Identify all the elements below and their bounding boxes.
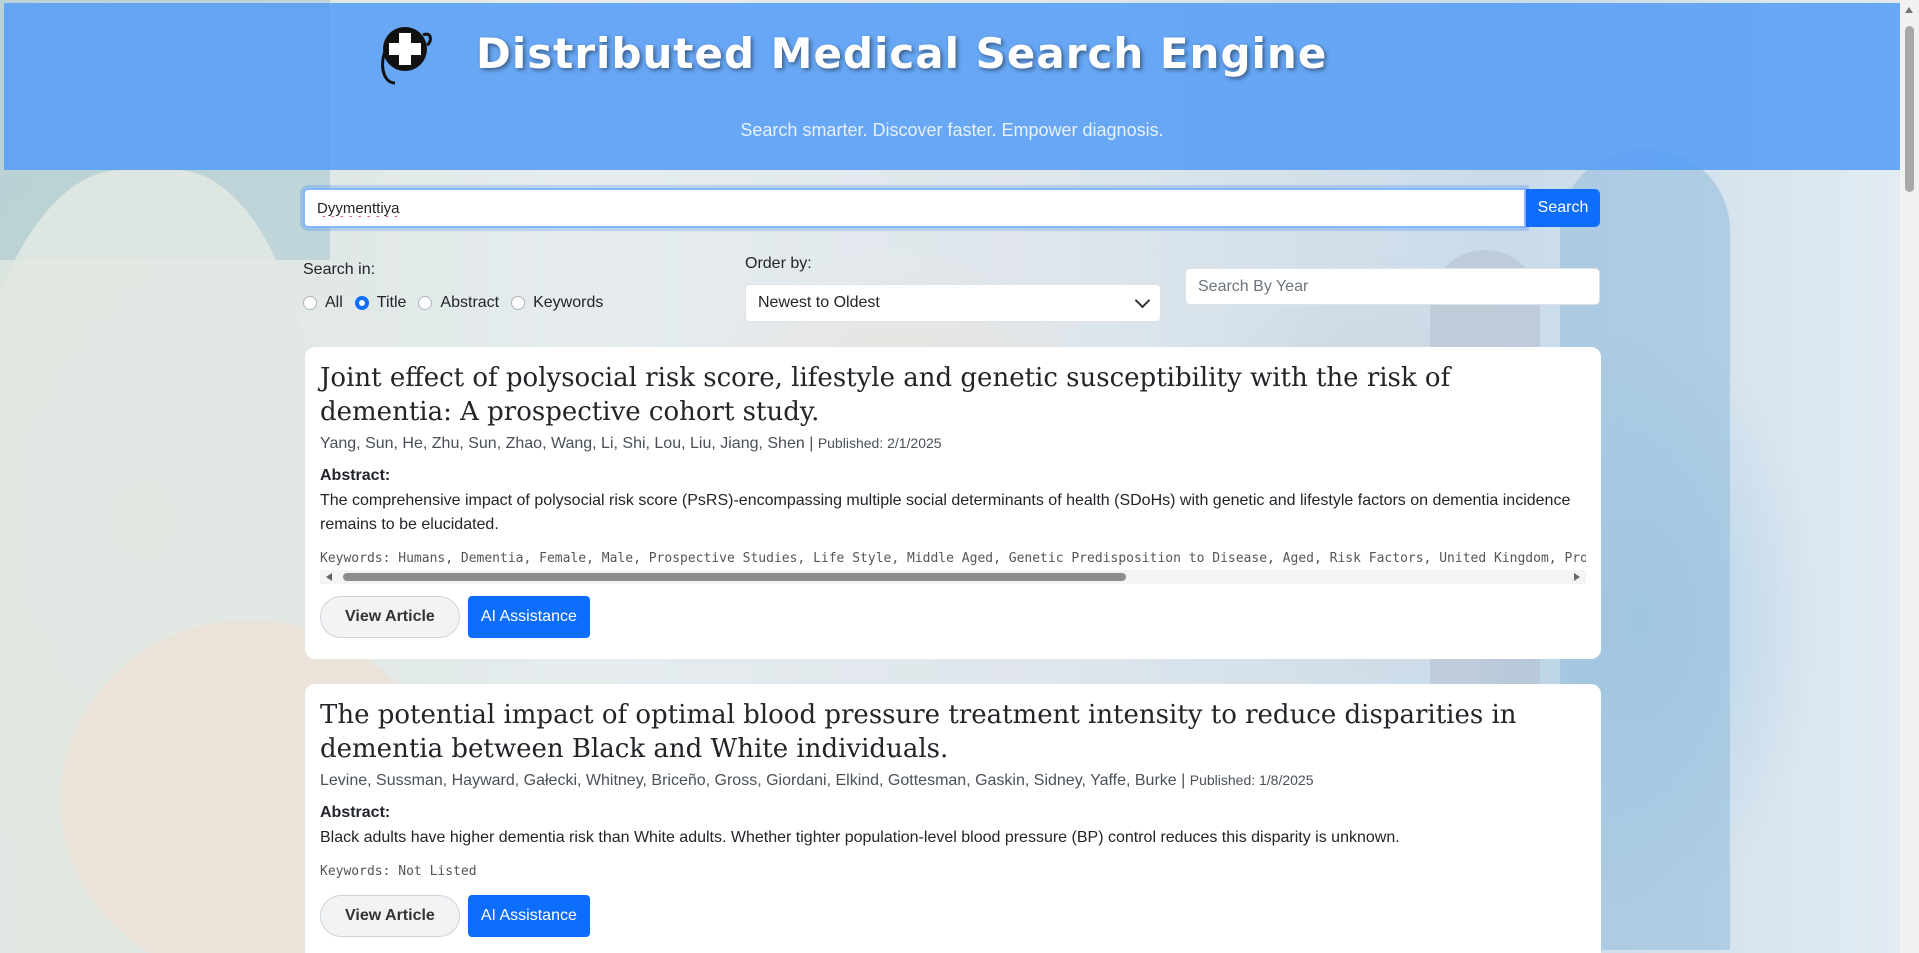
ai-assistance-button[interactable]: AI Assistance xyxy=(467,895,590,937)
article-meta: Levine, Sussman, Hayward, Gałecki, Whitn… xyxy=(320,772,1586,790)
radio-all-label: All xyxy=(325,294,343,311)
order-by-label: Order by: xyxy=(745,255,812,272)
article-abstract: The comprehensive impact of polysocial r… xyxy=(320,492,1571,533)
result-card: The potential impact of optimal blood pr… xyxy=(305,684,1601,953)
radio-title-label: Title xyxy=(376,294,407,311)
scroll-right-icon[interactable] xyxy=(1574,573,1580,581)
radio-abstract[interactable]: Abstract xyxy=(418,294,499,312)
result-card: Joint effect of polysocial risk score, l… xyxy=(305,347,1601,659)
article-abstract: Black adults have higher dementia risk t… xyxy=(320,829,1400,846)
chevron-down-icon xyxy=(1134,292,1151,309)
radio-abstract-label: Abstract xyxy=(440,294,500,311)
card-actions: View Article AI Assistance xyxy=(320,596,1586,638)
article-authors: Yang, Sun, He, Zhu, Sun, Zhao, Wang, Li,… xyxy=(320,435,805,452)
scrollbar-thumb[interactable] xyxy=(343,573,1126,581)
abstract-label: Abstract: xyxy=(320,804,391,821)
article-title: The potential impact of optimal blood pr… xyxy=(320,700,1517,764)
card-actions: View Article AI Assistance xyxy=(320,895,1586,937)
search-button[interactable]: Search xyxy=(1526,189,1600,227)
radio-abstract-circle[interactable] xyxy=(418,296,433,310)
year-search-input[interactable] xyxy=(1185,268,1600,305)
radio-all[interactable]: All xyxy=(303,294,343,312)
view-article-button[interactable]: View Article xyxy=(320,596,460,638)
scroll-up-icon[interactable] xyxy=(1905,7,1913,13)
article-title: Joint effect of polysocial risk score, l… xyxy=(320,363,1451,427)
radio-title[interactable]: Title xyxy=(354,294,407,312)
meta-separator: | xyxy=(1181,772,1190,789)
article-authors: Levine, Sussman, Hayward, Gałecki, Whitn… xyxy=(320,772,1177,789)
radio-keywords-circle[interactable] xyxy=(511,296,526,310)
order-by-value: Newest to Oldest xyxy=(758,294,880,311)
page-scrollbar-thumb[interactable] xyxy=(1905,26,1914,192)
scroll-left-icon[interactable] xyxy=(326,573,332,581)
ai-assistance-button[interactable]: AI Assistance xyxy=(467,596,590,638)
radio-keywords-label: Keywords xyxy=(533,294,604,311)
radio-keywords[interactable]: Keywords xyxy=(511,294,603,312)
site-header: Distributed Medical Search Engine Search… xyxy=(4,3,1900,170)
keywords-scrollbar[interactable] xyxy=(320,570,1586,584)
search-in-radio-group: All Title Abstract Keywords xyxy=(303,293,615,313)
abstract-label: Abstract: xyxy=(320,467,391,484)
order-by-select[interactable]: Newest to Oldest xyxy=(745,284,1161,322)
view-article-button[interactable]: View Article xyxy=(320,895,460,937)
search-input[interactable] xyxy=(303,188,1526,228)
article-published: Published: 2/1/2025 xyxy=(817,435,942,451)
site-tagline: Search smarter. Discover faster. Empower… xyxy=(740,120,1164,140)
search-in-label: Search in: xyxy=(303,261,376,278)
article-keywords: Keywords: Humans, Dementia, Female, Male… xyxy=(320,551,1586,566)
page-scrollbar[interactable] xyxy=(1900,0,1919,953)
search-bar: Search xyxy=(303,188,1600,228)
article-published: Published: 1/8/2025 xyxy=(1189,772,1314,788)
radio-title-circle[interactable] xyxy=(354,296,369,310)
article-meta: Yang, Sun, He, Zhu, Sun, Zhao, Wang, Li,… xyxy=(320,435,1586,453)
radio-all-circle[interactable] xyxy=(303,296,317,310)
medical-cross-stethoscope-icon xyxy=(381,27,432,85)
site-title: Distributed Medical Search Engine xyxy=(476,29,1328,78)
meta-separator: | xyxy=(809,435,818,452)
article-keywords: Keywords: Not Listed xyxy=(320,864,477,879)
